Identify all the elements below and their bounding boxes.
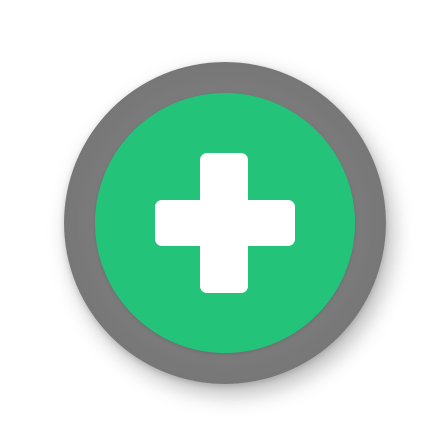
plus-icon-horizontal-bar <box>155 200 295 246</box>
plus-icon[interactable] <box>155 153 295 293</box>
add-button-stage <box>0 0 448 448</box>
